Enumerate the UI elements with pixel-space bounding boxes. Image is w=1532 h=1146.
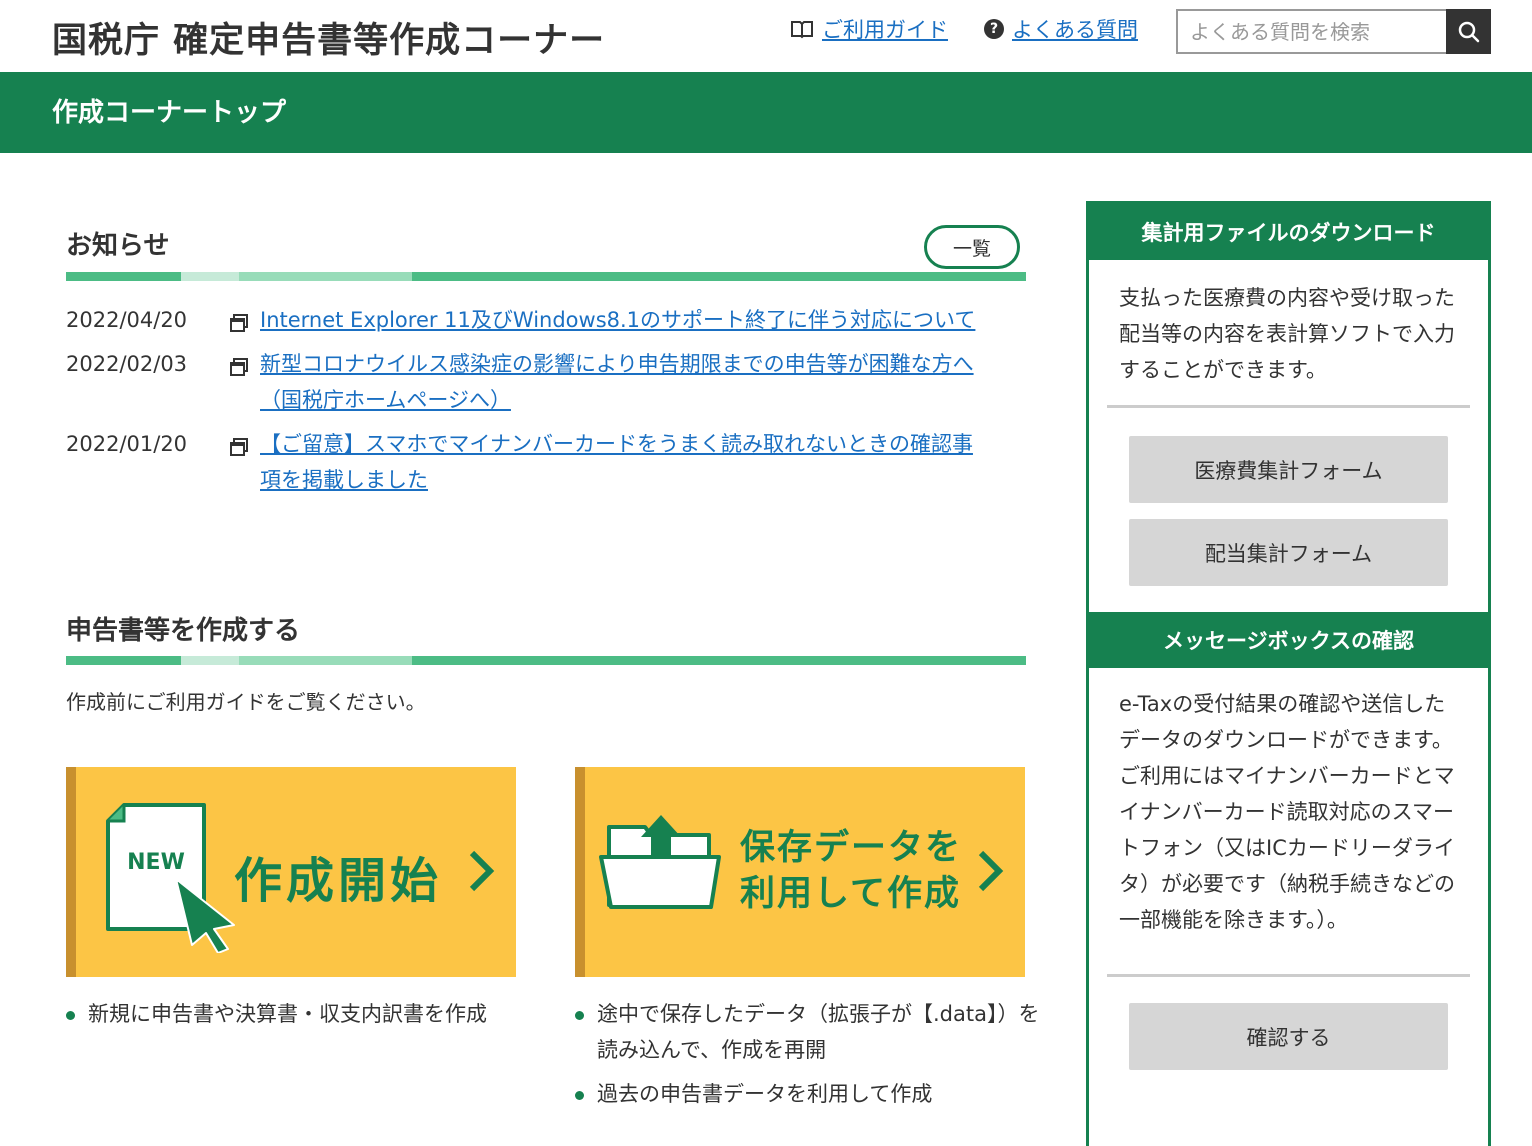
messagebox-description-2: ご利用にはマイナンバーカードとマイナンバーカード読取対応のスマートフォン（又はI… xyxy=(1119,764,1455,932)
create-intro: 作成前にご利用ガイドをご覧ください。 xyxy=(66,690,426,714)
search-input[interactable] xyxy=(1176,9,1446,54)
guide-link[interactable]: ご利用ガイド xyxy=(822,14,948,44)
news-title: お知らせ xyxy=(66,231,170,261)
guide-link-group: ご利用ガイド xyxy=(790,14,948,44)
list-item: 途中で保存したデータ（拡張子が【.data】）を読み込んで、作成を再開 xyxy=(575,996,1045,1068)
messagebox-section-title: メッセージボックスの確認 xyxy=(1089,612,1488,668)
chevron-right-icon xyxy=(978,850,1004,892)
messagebox-description-1: e-Taxの受付結果の確認や送信したデータのダウンロードができます。 xyxy=(1119,692,1453,752)
data-card-line1: 保存データを xyxy=(740,828,963,868)
confirm-messagebox-button[interactable]: 確認する xyxy=(1129,1003,1448,1070)
section-divider xyxy=(66,656,1026,665)
start-card-label: 作成開始 xyxy=(234,853,443,909)
data-card-bullets: 途中で保存したデータ（拡張子が【.data】）を読み込んで、作成を再開 過去の申… xyxy=(575,996,1045,1120)
sidebar: 集計用ファイルのダウンロード 支払った医療費の内容や受け取った配当等の内容を表計… xyxy=(1086,201,1491,1146)
list-item: 新規に申告書や決算書・収支内訳書を作成 xyxy=(66,996,536,1032)
search-box xyxy=(1176,9,1491,54)
section-divider xyxy=(66,272,1026,281)
list-item: 2022/02/03 新型コロナウイルス感染症の影響により申告期限までの申告等が… xyxy=(66,346,996,418)
news-section-header: お知らせ xyxy=(66,225,1026,281)
medical-expense-form-button[interactable]: 医療費集計フォーム xyxy=(1129,436,1448,503)
start-creation-button[interactable]: NEW 作成開始 xyxy=(66,767,516,977)
page-title-band: 作成コーナートップ xyxy=(0,72,1532,153)
list-item: 過去の申告書データを利用して作成 xyxy=(575,1076,1045,1112)
site-title: 国税庁 確定申告書等作成コーナー xyxy=(52,21,606,61)
news-link[interactable]: Internet Explorer 11及びWindows8.1のサポート終了に… xyxy=(260,302,990,338)
news-date: 2022/01/20 xyxy=(66,432,188,456)
folder-upload-icon xyxy=(599,815,721,909)
create-title: 申告書等を作成する xyxy=(66,616,301,646)
book-icon xyxy=(791,21,813,39)
download-section-title: 集計用ファイルのダウンロード xyxy=(1089,204,1488,260)
data-card-line2: 利用して作成 xyxy=(740,874,961,914)
search-button[interactable] xyxy=(1446,9,1491,54)
list-item: 2022/04/20 Internet Explorer 11及びWindows… xyxy=(66,302,996,338)
list-item: 2022/01/20 【ご留意】スマホでマイナンバーカードをうまく読み取れないと… xyxy=(66,426,996,498)
news-link[interactable]: 【ご留意】スマホでマイナンバーカードをうまく読み取れないときの確認事項を掲載しま… xyxy=(260,426,990,498)
news-list: 2022/04/20 Internet Explorer 11及びWindows… xyxy=(66,302,996,506)
page-title: 作成コーナートップ xyxy=(52,98,287,128)
news-date: 2022/02/03 xyxy=(66,352,188,376)
create-section-header: 申告書等を作成する xyxy=(66,610,1026,665)
news-link[interactable]: 新型コロナウイルス感染症の影響により申告期限までの申告等が困難な方へ（国税庁ホー… xyxy=(260,346,990,418)
dividend-form-button[interactable]: 配当集計フォーム xyxy=(1129,519,1448,586)
faq-link[interactable]: よくある質問 xyxy=(1012,14,1138,44)
new-document-icon: NEW xyxy=(106,803,235,953)
use-saved-data-button[interactable]: 保存データを 利用して作成 xyxy=(575,767,1025,977)
data-card-label: 保存データを 利用して作成 xyxy=(740,825,962,917)
external-window-icon xyxy=(230,426,260,498)
external-window-icon xyxy=(230,302,260,338)
question-circle-icon: ? xyxy=(984,19,1004,39)
news-date: 2022/04/20 xyxy=(66,308,188,332)
divider xyxy=(1107,405,1470,408)
site-header: 国税庁 確定申告書等作成コーナー ご利用ガイド ? よくある質問 xyxy=(0,0,1532,72)
download-description: 支払った医療費の内容や受け取った配当等の内容を表計算ソフトで入力することができま… xyxy=(1119,286,1455,382)
divider xyxy=(1107,974,1470,977)
external-window-icon xyxy=(230,346,260,418)
chevron-right-icon xyxy=(469,850,495,892)
search-icon xyxy=(1458,21,1479,42)
news-list-button[interactable]: 一覧 xyxy=(924,225,1020,269)
faq-link-group: ? よくある質問 xyxy=(984,14,1138,44)
start-card-bullets: 新規に申告書や決算書・収支内訳書を作成 xyxy=(66,996,536,1040)
new-badge: NEW xyxy=(127,850,185,875)
